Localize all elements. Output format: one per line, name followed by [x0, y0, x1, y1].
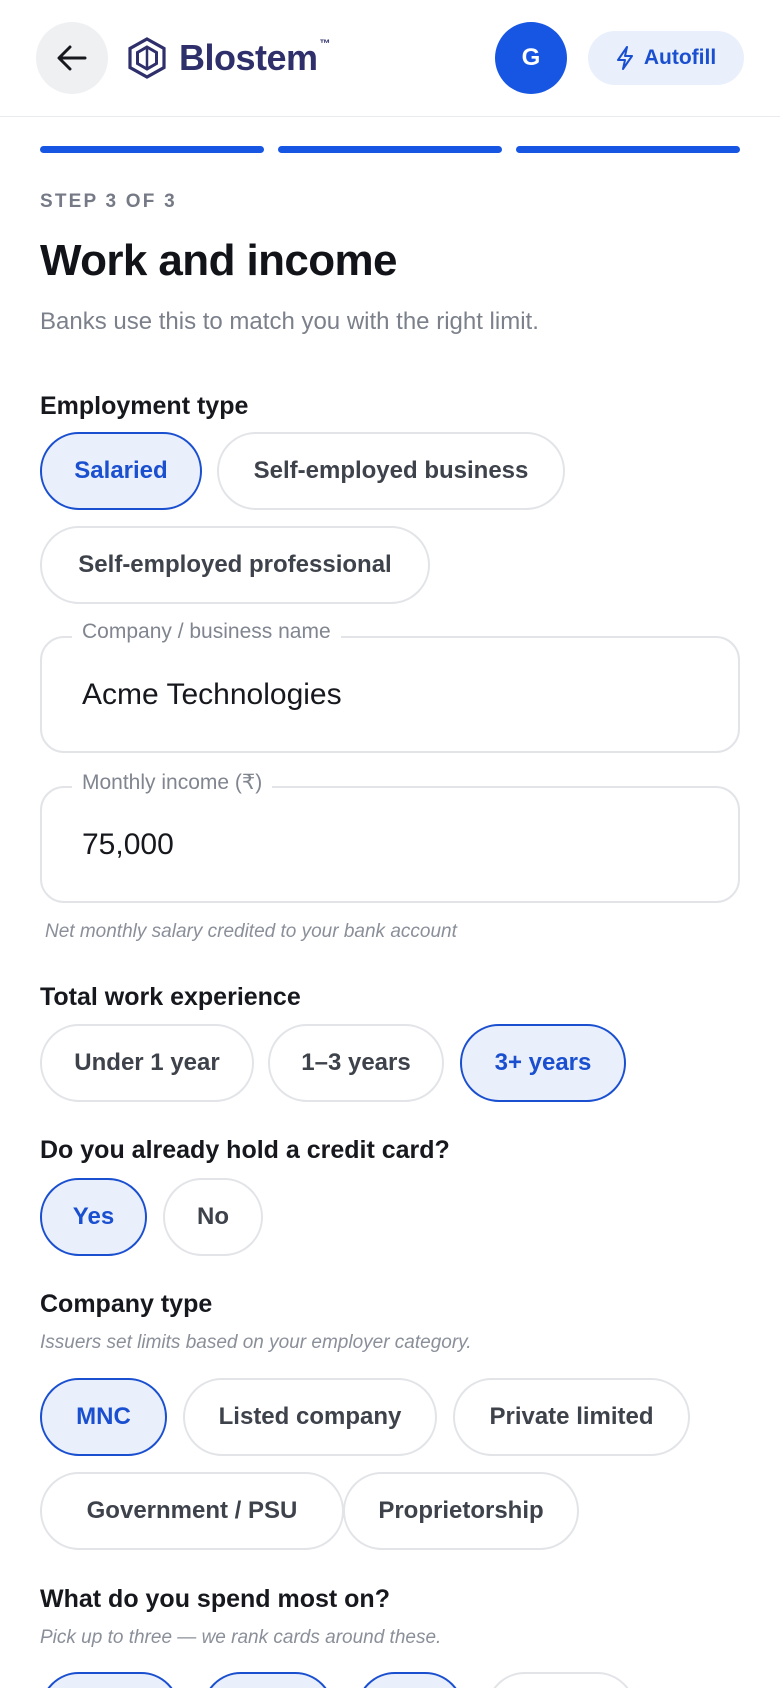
spend-categories-hint: Pick up to three — we rank cards around … — [40, 1627, 442, 1648]
chip-private-limited[interactable]: Private limited — [453, 1378, 690, 1456]
chip-no[interactable]: No — [163, 1178, 263, 1256]
spend-categories-label: What do you spend most on? — [40, 1585, 390, 1613]
step-indicator: STEP 3 OF 3 — [40, 191, 177, 212]
monthly-income-hint: Net monthly salary credited to your bank… — [45, 921, 457, 942]
monthly-income-value: 75,000 — [82, 828, 174, 861]
user-avatar[interactable]: G — [495, 22, 567, 94]
trademark-mark: ™ — [319, 38, 331, 50]
chip-1-3-years[interactable]: 1–3 years — [268, 1024, 444, 1102]
chip-salaried[interactable]: Salaried — [40, 432, 202, 510]
page-subtitle: Banks use this to match you with the rig… — [40, 308, 539, 335]
chip-proprietorship[interactable]: Proprietorship — [343, 1472, 579, 1550]
blostem-logo-icon — [128, 37, 166, 79]
chip-yes[interactable]: Yes — [40, 1178, 147, 1256]
arrow-left-icon — [57, 45, 87, 71]
company-name-field[interactable]: Company / business name Acme Technologie… — [40, 620, 740, 753]
progress-step-1 — [40, 146, 264, 153]
chip-government-psu[interactable]: Government / PSU — [40, 1472, 344, 1550]
company-name-value: Acme Technologies — [82, 678, 342, 711]
back-button[interactable] — [36, 22, 108, 94]
spend-chip[interactable] — [40, 1672, 180, 1688]
autofill-label: Autofill — [643, 46, 717, 69]
page-title: Work and income — [40, 236, 398, 285]
spend-chip[interactable] — [202, 1672, 334, 1688]
company-name-label: Company / business name — [72, 620, 341, 644]
brand-name: Blostem — [179, 37, 318, 78]
monthly-income-field[interactable]: Monthly income (₹) 75,000 — [40, 770, 740, 903]
chip-self-employed-business[interactable]: Self-employed business — [217, 432, 565, 510]
monthly-income-label: Monthly income (₹) — [72, 770, 273, 795]
company-type-label: Company type — [40, 1290, 213, 1318]
progress-step-2 — [278, 146, 502, 153]
brand-logo: Blostem ™ — [127, 36, 331, 80]
chip-3-plus-years[interactable]: 3+ years — [460, 1024, 626, 1102]
spend-chip[interactable] — [486, 1672, 636, 1688]
autofill-button[interactable]: Autofill — [588, 31, 744, 85]
employment-type-label: Employment type — [40, 392, 249, 420]
work-experience-label: Total work experience — [40, 983, 301, 1011]
progress-step-3 — [516, 146, 740, 153]
top-bar: Blostem ™ G Autofill — [0, 0, 780, 117]
chip-under-1-year[interactable]: Under 1 year — [40, 1024, 254, 1102]
company-type-hint: Issuers set limits based on your employe… — [40, 1332, 472, 1353]
spend-chip[interactable] — [356, 1672, 464, 1688]
chip-self-employed-professional[interactable]: Self-employed professional — [40, 526, 430, 604]
credit-card-question-label: Do you already hold a credit card? — [40, 1136, 450, 1164]
chip-listed-company[interactable]: Listed company — [183, 1378, 437, 1456]
chip-mnc[interactable]: MNC — [40, 1378, 167, 1456]
lightning-bolt-icon — [616, 46, 633, 70]
